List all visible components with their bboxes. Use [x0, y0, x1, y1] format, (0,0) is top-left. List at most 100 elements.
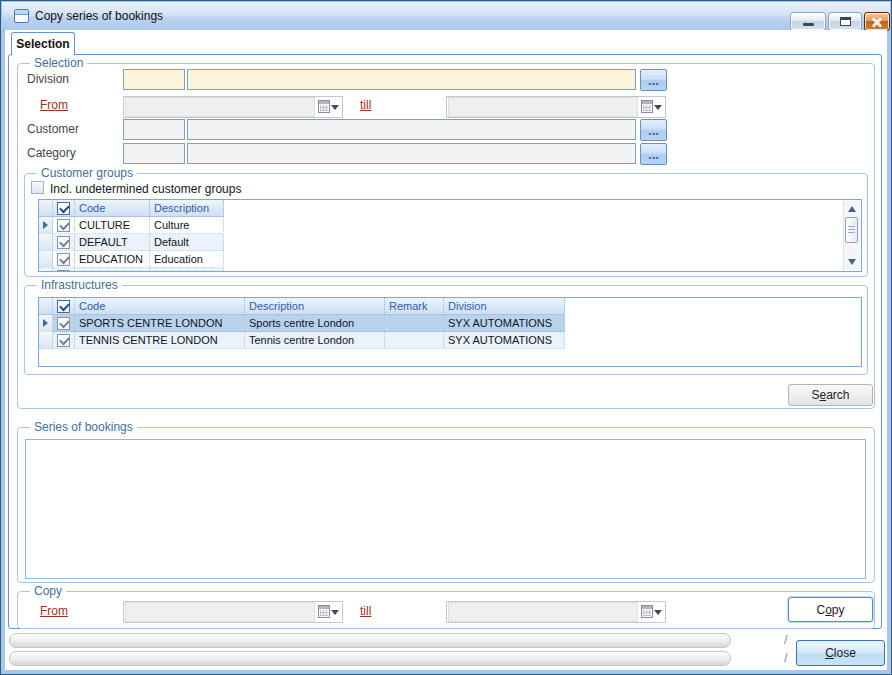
column-header[interactable]: Division [444, 298, 565, 315]
copy-till-date-calendar-button[interactable] [639, 602, 665, 622]
maximize-icon [840, 17, 851, 26]
customer-name-input[interactable] [187, 119, 636, 140]
current-row-arrow-icon [43, 319, 48, 327]
calendar-icon [641, 100, 653, 113]
close-icon [871, 16, 883, 28]
division-browse-button[interactable]: ... [640, 69, 667, 91]
dropdown-caret-icon [331, 105, 339, 110]
column-header[interactable]: Description [150, 200, 224, 217]
grid-cell[interactable]: SYX AUTOMATIONS [444, 332, 565, 349]
column-header[interactable]: Remark [385, 298, 444, 315]
minimize-button[interactable] [790, 12, 826, 31]
category-label: Category [27, 146, 76, 160]
column-header[interactable]: Code [75, 200, 150, 217]
row-marker [39, 268, 53, 272]
column-header[interactable]: Code [75, 298, 245, 315]
scroll-thumb[interactable] [845, 217, 858, 243]
till-date-control [446, 96, 666, 118]
close-button[interactable]: Close [796, 640, 885, 666]
from-link-label[interactable]: From [40, 98, 68, 112]
customer-groups-grid: CodeDescriptionCULTURECultureDEFAULTDefa… [38, 199, 862, 272]
category-browse-button[interactable]: ... [640, 143, 667, 165]
till-date-input[interactable] [448, 97, 638, 117]
table-row[interactable]: DEFAULTDefault [39, 234, 224, 251]
grid-cell[interactable]: EMPLOYEES [75, 268, 150, 272]
grid-cell[interactable]: CULTURE [75, 217, 150, 234]
row-checkbox-cell[interactable] [53, 268, 75, 272]
row-checkbox[interactable] [57, 334, 70, 347]
category-code-input[interactable] [123, 143, 185, 164]
row-checkbox[interactable] [57, 253, 70, 266]
grid-cell[interactable]: DEFAULT [75, 234, 150, 251]
infrastructures-grid: CodeDescriptionRemarkDivisionSPORTS CENT… [38, 297, 862, 367]
include-undetermined-checkbox[interactable] [31, 181, 44, 194]
scroll-up-icon[interactable] [844, 202, 860, 216]
from-date-calendar-button[interactable] [316, 97, 342, 117]
grid-cell[interactable]: Employees [150, 268, 224, 272]
title-bar: Copy series of bookings [2, 2, 890, 31]
row-checkbox-cell[interactable] [53, 251, 75, 268]
include-undetermined-label: Incl. undetermined customer groups [50, 182, 241, 196]
table-row[interactable]: EMPLOYEESEmployees [39, 268, 224, 272]
dropdown-caret-icon [654, 105, 662, 110]
till-link-label[interactable]: till [360, 98, 371, 112]
window-icon [14, 9, 29, 23]
from-date-input[interactable] [125, 97, 315, 117]
scroll-down-icon[interactable] [844, 255, 860, 269]
grid-cell[interactable] [385, 332, 444, 349]
grid-header-row: CodeDescriptionRemarkDivision [39, 298, 565, 315]
copy-button[interactable]: Copy [788, 597, 873, 622]
copy-till-date-input[interactable] [448, 602, 638, 622]
from-date-control [123, 96, 343, 118]
copy-from-date-calendar-button[interactable] [316, 602, 342, 622]
row-checkbox[interactable] [57, 219, 70, 232]
customer-code-input[interactable] [123, 119, 185, 140]
till-date-calendar-button[interactable] [639, 97, 665, 117]
division-name-input[interactable] [187, 69, 636, 90]
row-checkbox-cell[interactable] [53, 234, 75, 251]
row-checkbox[interactable] [57, 270, 70, 273]
row-checkbox-cell[interactable] [53, 217, 75, 234]
status-slash-bottom: / [784, 650, 788, 665]
grid-cell[interactable]: EDUCATION [75, 251, 150, 268]
grid-cell[interactable]: SYX AUTOMATIONS [444, 315, 565, 332]
select-all-checkbox[interactable] [57, 300, 70, 313]
row-checkbox-cell[interactable] [53, 315, 75, 332]
column-header[interactable]: Description [245, 298, 385, 315]
search-button[interactable]: Search [788, 384, 873, 406]
header-checkbox-cell[interactable] [53, 298, 75, 315]
maximize-button[interactable] [828, 12, 862, 31]
table-row[interactable]: TENNIS CENTRE LONDONTennis centre London… [39, 332, 565, 349]
copy-from-date-input[interactable] [125, 602, 315, 622]
grid-cell[interactable]: Default [150, 234, 224, 251]
copy-from-link-label[interactable]: From [40, 604, 68, 618]
grid-cell[interactable]: Education [150, 251, 224, 268]
copy-till-link-label[interactable]: till [360, 604, 371, 618]
grid-header-row: CodeDescription [39, 200, 224, 217]
row-marker [39, 234, 53, 251]
grid-cell[interactable] [385, 315, 444, 332]
division-code-input[interactable] [123, 69, 185, 90]
dialog-client-area: Selection Selection Division ... From ti… [5, 30, 887, 669]
grid-cell[interactable]: Tennis centre London [245, 332, 385, 349]
grid-cell[interactable]: Sports centre London [245, 315, 385, 332]
tab-selection[interactable]: Selection [11, 32, 75, 55]
grid-cell[interactable]: TENNIS CENTRE LONDON [75, 332, 245, 349]
row-checkbox[interactable] [57, 317, 70, 330]
customer-browse-button[interactable]: ... [640, 119, 667, 141]
row-checkbox[interactable] [57, 236, 70, 249]
table-row[interactable]: CULTURECulture [39, 217, 224, 234]
row-checkbox-cell[interactable] [53, 332, 75, 349]
table-row[interactable]: EDUCATIONEducation [39, 251, 224, 268]
select-all-checkbox[interactable] [57, 202, 70, 215]
vertical-scrollbar[interactable] [843, 201, 860, 270]
table-row[interactable]: SPORTS CENTRE LONDONSports centre London… [39, 315, 565, 332]
category-name-input[interactable] [187, 143, 636, 164]
copy-from-date-control [123, 601, 343, 623]
header-checkbox-cell[interactable] [53, 200, 75, 217]
row-marker-header [39, 200, 53, 217]
grid-cell[interactable]: SPORTS CENTRE LONDON [75, 315, 245, 332]
grid-cell[interactable]: Culture [150, 217, 224, 234]
series-of-bookings-list[interactable] [25, 439, 866, 579]
close-window-button[interactable] [864, 12, 890, 31]
